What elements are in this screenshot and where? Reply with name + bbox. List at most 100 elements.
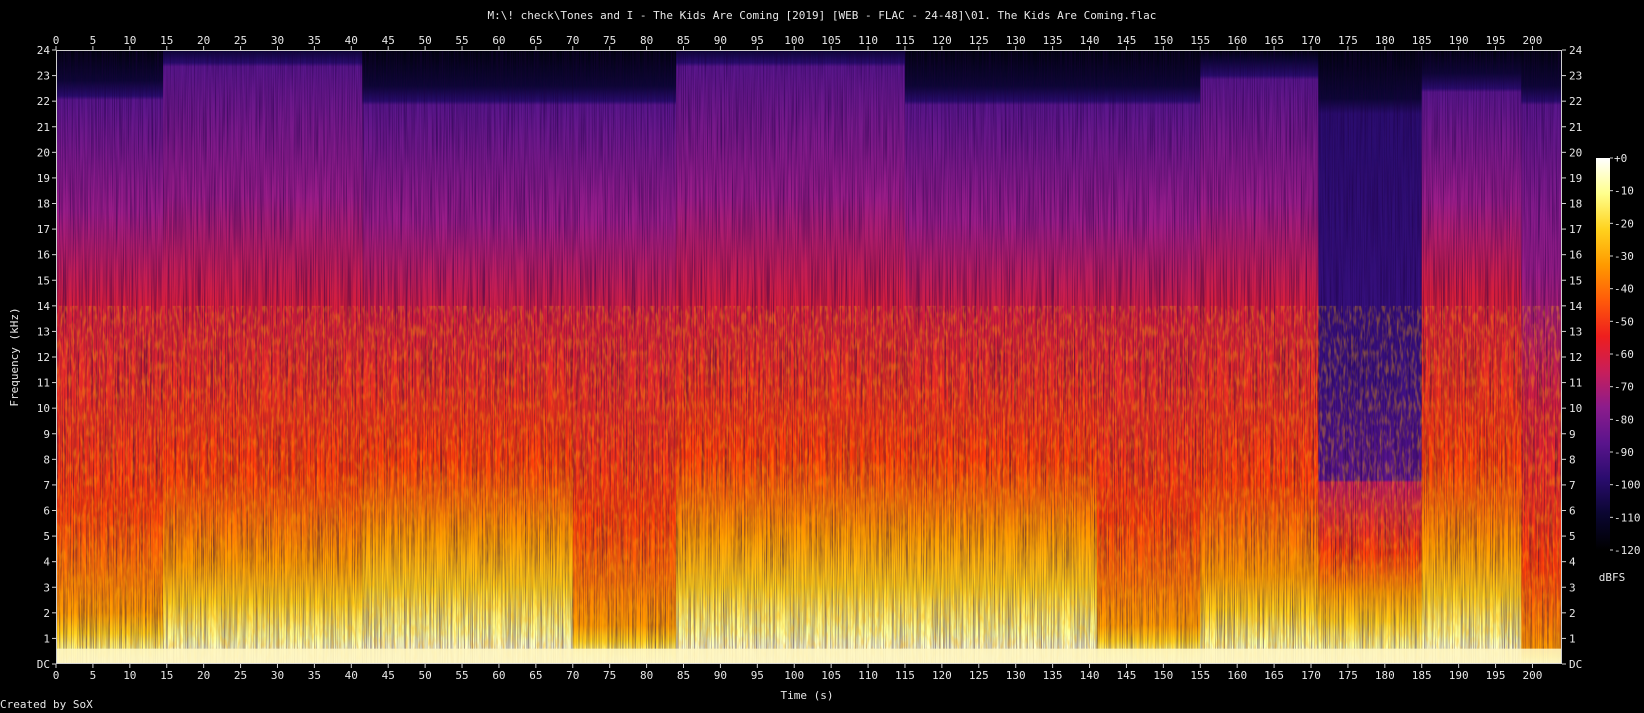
x-tick-label-top: 10 bbox=[123, 34, 136, 47]
y-tick-label-left: 1 bbox=[43, 632, 50, 645]
x-tick-label-bottom: 185 bbox=[1412, 669, 1432, 682]
y-tick-label-left: 18 bbox=[37, 198, 50, 211]
x-tick-label-bottom: 80 bbox=[640, 669, 653, 682]
y-tick-label-left: 7 bbox=[43, 479, 50, 492]
y-tick-label-left: 10 bbox=[37, 402, 50, 415]
x-tick-label-bottom: 90 bbox=[714, 669, 727, 682]
x-tick-label-bottom: 35 bbox=[308, 669, 321, 682]
x-tick-label-bottom: 170 bbox=[1301, 669, 1321, 682]
y-tick-label-left: 5 bbox=[43, 530, 50, 543]
x-tick-label-bottom: 5 bbox=[90, 669, 97, 682]
y-tick-label-right: 4 bbox=[1569, 556, 1576, 569]
y-tick-label-left: 9 bbox=[43, 428, 50, 441]
x-tick-label-bottom: 140 bbox=[1080, 669, 1100, 682]
x-tick-label-top: 155 bbox=[1190, 34, 1210, 47]
colorbar-tick-label: -120 bbox=[1614, 544, 1641, 557]
x-tick-label-bottom: 50 bbox=[418, 669, 431, 682]
chart-title: M:\! check\Tones and I - The Kids Are Co… bbox=[488, 9, 1157, 22]
y-tick-label-right: 21 bbox=[1569, 121, 1582, 134]
y-tick-label-right: 11 bbox=[1569, 377, 1582, 390]
y-tick-label-left: 15 bbox=[37, 274, 50, 287]
x-tick-label-bottom: 175 bbox=[1338, 669, 1358, 682]
x-tick-label-bottom: 115 bbox=[895, 669, 915, 682]
x-tick-label-bottom: 65 bbox=[529, 669, 542, 682]
x-tick-label-bottom: 145 bbox=[1117, 669, 1137, 682]
x-tick-label-bottom: 160 bbox=[1227, 669, 1247, 682]
y-tick-label-left: 4 bbox=[43, 556, 50, 569]
y-tick-label-left: 13 bbox=[37, 325, 50, 338]
x-tick-label-top: 195 bbox=[1486, 34, 1506, 47]
x-tick-label-bottom: 45 bbox=[382, 669, 395, 682]
y-tick-label-left: 24 bbox=[37, 44, 51, 57]
x-tick-label-bottom: 20 bbox=[197, 669, 210, 682]
x-tick-label-top: 115 bbox=[895, 34, 915, 47]
x-tick-label-top: 55 bbox=[455, 34, 468, 47]
x-tick-label-bottom: 85 bbox=[677, 669, 690, 682]
y-tick-label-left: 8 bbox=[43, 453, 50, 466]
y-tick-label-left: 2 bbox=[43, 607, 50, 620]
x-tick-label-bottom: 190 bbox=[1449, 669, 1469, 682]
x-tick-label-bottom: 100 bbox=[784, 669, 804, 682]
x-tick-label-top: 90 bbox=[714, 34, 727, 47]
y-axis-label: Frequency (kHz) bbox=[8, 307, 21, 406]
y-tick-label-right: DC bbox=[1569, 658, 1582, 671]
x-tick-label-top: 50 bbox=[418, 34, 431, 47]
y-tick-label-left: 20 bbox=[37, 146, 50, 159]
y-tick-label-left: 19 bbox=[37, 172, 50, 185]
y-tick-label-right: 13 bbox=[1569, 325, 1582, 338]
x-tick-label-top: 200 bbox=[1523, 34, 1543, 47]
y-tick-label-right: 20 bbox=[1569, 146, 1582, 159]
colorbar-unit-label: dBFS bbox=[1599, 571, 1626, 584]
y-tick-label-right: 15 bbox=[1569, 274, 1582, 287]
x-tick-label-top: 135 bbox=[1043, 34, 1063, 47]
x-tick-label-bottom: 30 bbox=[271, 669, 284, 682]
x-tick-label-top: 15 bbox=[160, 34, 173, 47]
y-tick-label-right: 7 bbox=[1569, 479, 1576, 492]
y-axis-left: DC12345678910111213141516171819202122232… bbox=[37, 44, 56, 671]
x-tick-label-bottom: 95 bbox=[751, 669, 764, 682]
x-tick-label-top: 190 bbox=[1449, 34, 1469, 47]
y-tick-label-right: 6 bbox=[1569, 505, 1576, 518]
y-tick-label-left: DC bbox=[37, 658, 50, 671]
y-tick-label-right: 14 bbox=[1569, 300, 1583, 313]
x-tick-label-top: 0 bbox=[53, 34, 60, 47]
dc-band bbox=[56, 648, 1562, 664]
x-tick-label-top: 170 bbox=[1301, 34, 1321, 47]
x-tick-label-top: 145 bbox=[1117, 34, 1137, 47]
y-tick-label-right: 19 bbox=[1569, 172, 1582, 185]
colorbar-tick-label: -40 bbox=[1614, 283, 1634, 296]
y-tick-label-left: 11 bbox=[37, 377, 50, 390]
y-tick-label-left: 14 bbox=[37, 300, 51, 313]
spectrogram-chart: M:\! check\Tones and I - The Kids Are Co… bbox=[8, 9, 1641, 702]
x-tick-label-top: 165 bbox=[1264, 34, 1284, 47]
x-tick-label-top: 120 bbox=[932, 34, 952, 47]
x-tick-label-bottom: 0 bbox=[53, 669, 60, 682]
x-tick-label-top: 5 bbox=[90, 34, 97, 47]
y-tick-label-right: 5 bbox=[1569, 530, 1576, 543]
x-tick-label-bottom: 195 bbox=[1486, 669, 1506, 682]
x-tick-label-top: 185 bbox=[1412, 34, 1432, 47]
x-axis-label: Time (s) bbox=[781, 689, 834, 702]
x-tick-label-bottom: 105 bbox=[821, 669, 841, 682]
y-tick-label-right: 3 bbox=[1569, 581, 1576, 594]
colorbar: +0 -10 -20 -30 -40 -50 -60 -70 -80 -90 -100 -110 -12… bbox=[1596, 152, 1641, 557]
y-tick-label-left: 22 bbox=[37, 95, 50, 108]
y-tick-label-right: 16 bbox=[1569, 249, 1582, 262]
x-tick-label-top: 70 bbox=[566, 34, 579, 47]
x-tick-label-bottom: 10 bbox=[123, 669, 136, 682]
x-tick-label-bottom: 110 bbox=[858, 669, 878, 682]
y-tick-label-left: 6 bbox=[43, 505, 50, 518]
x-tick-label-bottom: 150 bbox=[1153, 669, 1173, 682]
x-tick-label-bottom: 120 bbox=[932, 669, 952, 682]
x-tick-label-bottom: 135 bbox=[1043, 669, 1063, 682]
x-tick-label-top: 130 bbox=[1006, 34, 1026, 47]
x-tick-label-top: 25 bbox=[234, 34, 247, 47]
x-tick-label-bottom: 25 bbox=[234, 669, 247, 682]
x-tick-label-bottom: 180 bbox=[1375, 669, 1395, 682]
colorbar-tick-label: -80 bbox=[1614, 413, 1634, 426]
y-tick-label-right: 18 bbox=[1569, 198, 1582, 211]
x-tick-label-bottom: 75 bbox=[603, 669, 616, 682]
colorbar-tick-label: -30 bbox=[1614, 250, 1634, 263]
sox-credit: Created by SoX bbox=[0, 698, 93, 711]
x-tick-label-top: 85 bbox=[677, 34, 690, 47]
